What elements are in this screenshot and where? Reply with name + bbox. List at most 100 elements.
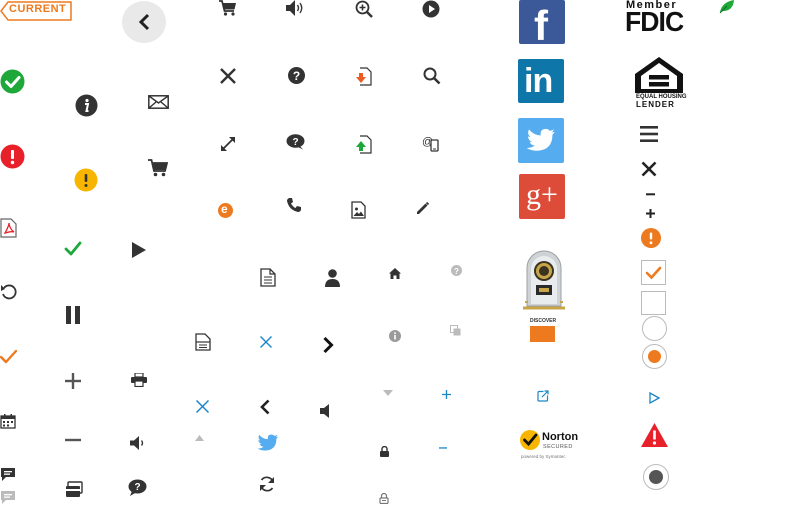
expand-icon[interactable] (219, 135, 237, 153)
svg-text:?: ? (454, 267, 459, 276)
equal-housing-logo: EQUAL HOUSING LENDER (634, 56, 687, 109)
help-small-icon[interactable]: ? (451, 265, 462, 276)
external-link-icon[interactable] (537, 390, 549, 402)
copy-icon[interactable] (450, 325, 461, 336)
caret-down-icon[interactable] (383, 390, 393, 396)
norton-secured-logo: Norton SECURED powered by Symantec (519, 427, 581, 461)
discover-card-logo: DISCOVER (530, 318, 557, 342)
radio-checked-orange[interactable] (642, 344, 667, 369)
linkedin-letters: in (524, 62, 553, 100)
caret-up-icon[interactable] (195, 435, 204, 441)
radio-checked-dark[interactable] (643, 464, 669, 490)
search-icon[interactable] (423, 67, 441, 85)
minus-small-icon[interactable] (646, 193, 655, 196)
yellow-alert-circle-icon (74, 168, 98, 192)
svg-text:?: ? (292, 137, 298, 148)
print-icon[interactable] (131, 373, 147, 387)
cart-icon[interactable] (148, 159, 168, 177)
norton-powered-label: powered by Symantec (521, 454, 566, 459)
e-letter: e (221, 202, 228, 216)
pause-icon[interactable] (65, 306, 81, 324)
info-circle-icon (75, 94, 98, 117)
back-button[interactable] (122, 1, 166, 43)
home-icon[interactable] (389, 268, 401, 279)
lock-outline-icon (379, 493, 389, 504)
calendar-icon[interactable] (0, 413, 16, 429)
upload-file-icon[interactable] (355, 135, 373, 154)
play-circle-icon[interactable] (422, 0, 440, 18)
speaker-small-icon[interactable] (320, 404, 333, 418)
minus-blue-icon[interactable] (439, 447, 447, 449)
e-circle-icon[interactable]: e (218, 202, 233, 218)
volume-icon[interactable] (286, 0, 306, 16)
current-badge-label: CURRENT (9, 3, 67, 15)
discover-card-label: DISCOVER (530, 318, 557, 324)
twitter-bird-icon[interactable] (257, 434, 279, 452)
info-small-icon (389, 330, 401, 342)
volume-low-icon[interactable] (130, 436, 146, 450)
undo-icon[interactable] (0, 283, 18, 301)
image-file-icon[interactable] (351, 201, 366, 219)
twitter-icon[interactable] (518, 118, 564, 163)
chat-bubble-question-icon[interactable]: ? (128, 479, 147, 496)
close-blue-icon-2[interactable] (259, 335, 273, 349)
download-file-icon[interactable] (355, 67, 373, 86)
zoom-in-icon[interactable] (355, 0, 373, 18)
green-check-icon (64, 241, 82, 256)
chat-light-icon (0, 490, 16, 505)
orange-alert-circle-icon (641, 228, 661, 248)
linkedin-icon[interactable]: in (518, 59, 564, 103)
chevron-left-icon (138, 13, 150, 31)
document-icon[interactable] (260, 268, 276, 287)
close-icon[interactable] (219, 67, 237, 85)
play-outline-icon[interactable] (649, 392, 660, 404)
menu-icon[interactable] (640, 126, 658, 142)
mail-icon[interactable] (148, 95, 169, 109)
help-circle-icon[interactable]: ? (288, 67, 305, 84)
chat-dark-icon[interactable] (0, 467, 16, 482)
svg-text:?: ? (293, 69, 300, 83)
chevron-right-icon[interactable] (322, 336, 334, 354)
refresh-icon[interactable] (258, 475, 276, 493)
red-alert-circle-icon (0, 144, 25, 169)
norton-check-icon (520, 430, 540, 450)
close-blue-icon[interactable] (195, 399, 210, 414)
phone-icon[interactable] (286, 197, 302, 213)
current-badge: CURRENT (0, 1, 72, 21)
fdic-logo: Member FDIC (625, 0, 687, 37)
user-icon[interactable] (325, 269, 340, 287)
googleplus-letters: g+ (526, 178, 558, 211)
plus-small-icon[interactable] (646, 209, 655, 218)
norton-sub-label: SECURED (543, 444, 573, 450)
norton-main-label: Norton (542, 431, 579, 443)
facebook-letter: f (534, 2, 548, 49)
cart-icon-small[interactable] (219, 0, 237, 16)
chevron-left-icon-2[interactable] (259, 399, 271, 415)
fdic-main-label: FDIC (625, 6, 684, 37)
equal-housing-house-icon (635, 57, 683, 93)
award-trophy-image (519, 244, 569, 310)
discover-card-body (530, 326, 555, 342)
equal-housing-line2: LENDER (636, 100, 675, 109)
pencil-icon[interactable] (415, 201, 430, 216)
doc-scan-icon[interactable] (195, 333, 211, 351)
pdf-file-icon (0, 218, 18, 238)
facebook-icon[interactable]: f (519, 0, 565, 49)
googleplus-icon[interactable]: g+ (519, 174, 565, 219)
email-mobile-icon[interactable]: @ (422, 134, 440, 152)
plus-blue-icon[interactable] (442, 390, 451, 399)
orange-check-icon (0, 349, 17, 364)
lock-icon (380, 446, 389, 457)
cards-icon[interactable] (65, 481, 83, 499)
checkbox-unchecked[interactable] (641, 291, 666, 315)
radio-unchecked[interactable] (642, 316, 667, 341)
play-icon[interactable] (132, 242, 146, 258)
plus-icon[interactable] (65, 373, 81, 389)
green-check-circle-icon (0, 69, 25, 94)
svg-text:?: ? (134, 482, 140, 493)
close-icon-2[interactable] (641, 161, 657, 177)
warning-triangle-icon (640, 422, 669, 448)
checkbox-checked[interactable] (641, 260, 666, 285)
minus-icon[interactable] (65, 438, 81, 442)
chat-question-icon[interactable]: ? (286, 134, 305, 150)
